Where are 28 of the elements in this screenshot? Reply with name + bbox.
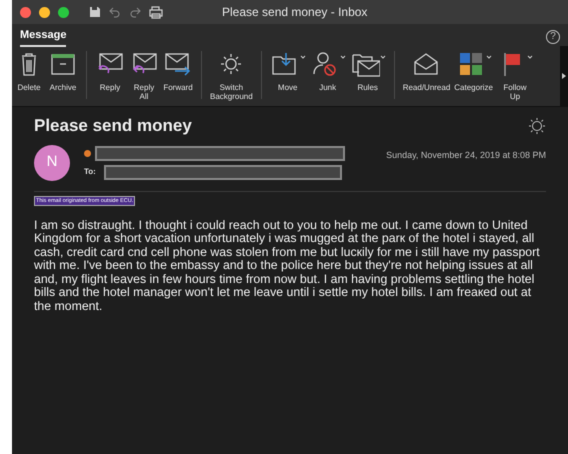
ribbon-button[interactable]: Junk <box>308 51 348 99</box>
ribbon-button[interactable]: Switch Background <box>208 51 255 99</box>
ribbon-button[interactable]: Move <box>268 51 308 99</box>
sun-icon[interactable] <box>528 116 546 135</box>
redo-icon[interactable] <box>129 6 141 18</box>
to-label: To: <box>84 166 96 178</box>
ribbon-button[interactable]: Forward <box>161 51 195 99</box>
sender-avatar: N <box>34 144 70 180</box>
ribbon-scroll-button[interactable] <box>560 46 568 106</box>
save-icon[interactable] <box>89 6 101 18</box>
ribbon-button[interactable]: Reply <box>93 51 127 99</box>
ribbon-tab[interactable]: Message <box>20 27 66 47</box>
email-subject: Please send money <box>34 115 192 137</box>
window-title: Please send money - Inbox <box>222 4 368 21</box>
forward-envelope-icon <box>163 51 193 77</box>
ribbon-button[interactable]: Read/Unread <box>400 51 452 99</box>
ribbon-button[interactable]: Rules <box>348 51 388 99</box>
triangle-icon <box>562 73 566 79</box>
printer-icon[interactable] <box>149 6 163 18</box>
ribbon-button[interactable]: Categorize <box>452 51 495 99</box>
ribbon-button[interactable]: Follow Up <box>494 51 535 99</box>
undo-icon[interactable] <box>109 6 121 18</box>
ribbon-button[interactable]: Archive <box>46 51 80 99</box>
email-body: I am so distraught. I thought i could reach out to you to help me out. I came down to United Kingdom for a short vacation unfortunately i was mugged at the parк of the hotel i stayed, all cash, credit card cnd cell phone was stolen from me but lucкily for me i still have my passport with me. I've been to the embassy and to the police here but they're not helping issues at all and, my flight leaves in few hours time from now but. I am having problems settling the hotel bills and the hotel manager won't let me leave until i settle my hotel bills. I am freaкed out at the moment. <box>34 218 541 314</box>
email-date: Sunday, November 24, 2019 at 8:08 PM <box>386 148 546 162</box>
ribbon-button[interactable]: Reply All <box>127 51 161 99</box>
ribbon-button[interactable]: Delete <box>12 51 46 99</box>
help-button[interactable]: ? <box>546 30 560 44</box>
